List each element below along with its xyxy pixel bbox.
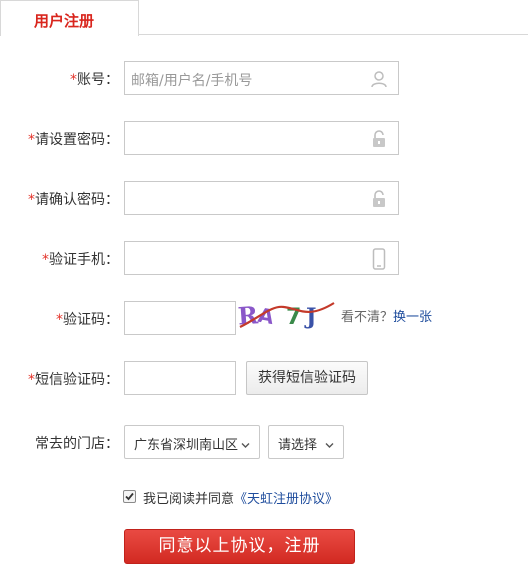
phone-label: *验证手机： <box>42 252 119 268</box>
password-label: *请设置密码： <box>28 132 119 148</box>
get-sms-code-button[interactable]: 获得短信验证码 <box>246 361 368 395</box>
captcha-label: *验证码： <box>56 312 119 328</box>
password-input[interactable] <box>124 121 399 155</box>
tab-divider <box>138 34 528 35</box>
captcha-refresh-link[interactable]: 换一张 <box>393 310 432 325</box>
confirm-password-input[interactable] <box>124 181 399 215</box>
agreement-link[interactable]: 《天虹注册协议》 <box>234 492 338 507</box>
phone-input[interactable] <box>124 241 399 275</box>
chevron-down-icon <box>325 439 334 448</box>
agreement-checkbox[interactable] <box>123 490 136 503</box>
sms-label: *短信验证码： <box>28 372 119 388</box>
tab-title: 用户注册 <box>34 12 95 30</box>
confirm-password-label: *请确认密码： <box>28 192 119 208</box>
agreement-text: 我已阅读并同意《天虹注册协议》 <box>143 492 339 507</box>
svg-text:J: J <box>304 304 316 330</box>
user-icon <box>369 69 389 89</box>
account-label: *账号： <box>70 72 119 88</box>
region-select-value: 广东省深圳南山区 <box>134 438 239 453</box>
captcha-input[interactable] <box>124 301 236 335</box>
store-select[interactable]: 请选择 <box>268 425 344 459</box>
captcha-image[interactable]: R A 7 J <box>237 297 338 333</box>
lock-icon <box>369 189 389 209</box>
captcha-help-text: 看不清？ <box>341 310 394 325</box>
captcha-help: 看不清？换一张 <box>341 306 432 325</box>
chevron-down-icon <box>241 439 250 448</box>
lock-icon <box>369 129 389 149</box>
mobile-phone-icon <box>369 248 389 270</box>
tab-bar: 用户注册 <box>0 0 528 36</box>
checkmark-icon <box>125 492 134 501</box>
store-select-value: 请选择 <box>278 438 318 453</box>
sms-code-input[interactable] <box>124 361 236 395</box>
tab-user-register[interactable]: 用户注册 <box>0 0 139 36</box>
store-label: 常去的门店： <box>35 436 119 452</box>
account-input[interactable]: 邮箱/用户名/手机号 <box>124 61 399 95</box>
register-button[interactable]: 同意以上协议，注册 <box>124 529 355 564</box>
region-select[interactable]: 广东省深圳南山区 <box>124 425 260 459</box>
account-placeholder: 邮箱/用户名/手机号 <box>131 73 253 89</box>
